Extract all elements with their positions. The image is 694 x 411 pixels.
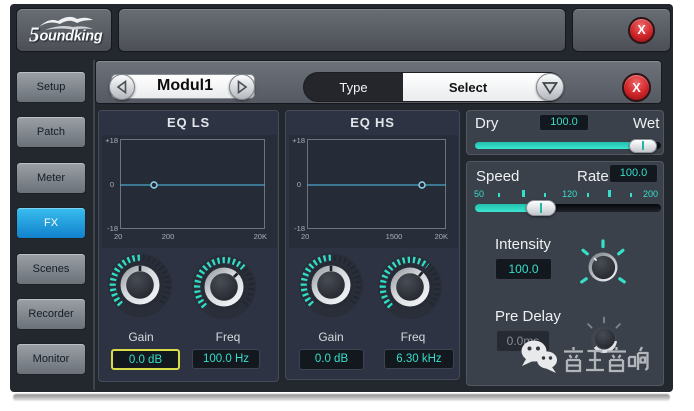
svg-text:oundking: oundking: [40, 29, 103, 45]
svg-text:5: 5: [29, 23, 40, 47]
